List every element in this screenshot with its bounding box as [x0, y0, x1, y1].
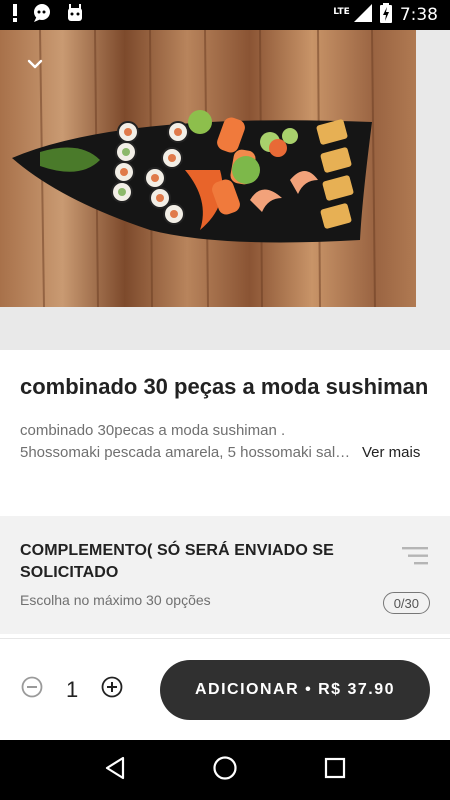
filter-icon [402, 546, 428, 566]
complement-subtitle: Escolha no máximo 30 opções [20, 592, 211, 608]
description-row: combinado 30pecas a moda sushiman . 5hos… [20, 420, 430, 464]
recents-button[interactable] [320, 755, 350, 785]
complement-title: COMPLEMENTO( SÓ SERÁ ENVIADO SE SOLICITA… [20, 542, 334, 581]
product-photo [0, 30, 416, 307]
product-title: combinado 30 peças a moda sushiman [20, 374, 429, 399]
description-line-1: combinado 30pecas a moda sushiman . [20, 422, 286, 439]
android-icon [66, 3, 84, 27]
order-action-bar: 1 ADICIONAR • R$ 37.90 [0, 638, 450, 740]
chat-icon [32, 3, 52, 27]
system-navigation-bar [0, 740, 450, 800]
signal-icon [353, 3, 372, 27]
selection-counter-badge: 0/30 [382, 592, 430, 614]
collapse-button[interactable] [22, 52, 48, 78]
home-button[interactable] [210, 755, 240, 785]
complement-section[interactable]: COMPLEMENTO( SÓ SERÁ ENVIADO SE SOLICITA… [0, 516, 450, 634]
home-icon [212, 755, 238, 786]
product-description: combinado 30pecas a moda sushiman . 5hos… [20, 420, 358, 464]
back-button[interactable] [100, 755, 130, 785]
quantity-stepper: 1 [20, 677, 124, 703]
description-line-2: 5hossomaki pescada amarela, 5 hossomaki … [20, 444, 358, 461]
increase-quantity-button[interactable] [100, 676, 124, 703]
status-bar: LTE 7:38 [0, 0, 450, 30]
decrease-quantity-button[interactable] [20, 676, 44, 703]
battery-charging-icon [379, 2, 392, 28]
back-icon [104, 756, 126, 785]
product-image-area [0, 30, 450, 350]
recents-icon [324, 757, 346, 784]
add-to-cart-button[interactable]: ADICIONAR • R$ 37.90 [160, 659, 430, 720]
product-info: combinado 30 peças a moda sushiman combi… [0, 350, 450, 516]
network-label: LTE [333, 6, 350, 17]
plus-circle-icon [101, 676, 123, 703]
ver-mais-link[interactable]: Ver mais [362, 442, 420, 464]
chevron-down-icon [27, 56, 43, 74]
clock: 7:38 [399, 5, 438, 25]
minus-circle-icon [21, 676, 43, 703]
product-detail-screen: LTE 7:38 combinado 30 peças a moda sushi… [0, 0, 450, 800]
quantity-value: 1 [66, 676, 79, 702]
alert-icon [12, 3, 18, 27]
